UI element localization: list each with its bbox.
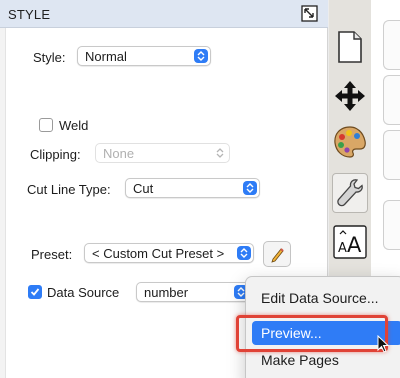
highlight-callout <box>236 315 388 352</box>
cut-line-type-popup[interactable]: Cut <box>125 178 260 198</box>
weld-label: Weld <box>59 118 89 133</box>
panel-title: STYLE <box>8 7 51 22</box>
chevron-updown-icon <box>213 146 227 160</box>
pencil-icon <box>271 248 284 263</box>
chevron-updown-icon <box>237 246 251 260</box>
svg-text:A: A <box>338 241 347 256</box>
svg-text:A: A <box>347 233 362 257</box>
menu-item-label: Edit Data Source... <box>261 290 379 306</box>
checkmark-icon <box>30 288 40 296</box>
chevron-updown-icon <box>243 181 257 195</box>
cut-line-type-value: Cut <box>133 181 154 196</box>
background-tab <box>383 130 400 180</box>
clipping-value: None <box>103 146 135 161</box>
style-popup[interactable]: Normal <box>77 46 211 66</box>
preset-popup[interactable]: < Custom Cut Preset > <box>84 243 254 263</box>
preset-label: Preset: <box>31 247 73 262</box>
data-source-popup[interactable]: number <box>136 282 251 302</box>
data-source-label: Data Source <box>47 285 120 300</box>
background-tab <box>383 75 400 125</box>
wrench-icon <box>337 179 363 207</box>
page-icon <box>338 31 362 63</box>
palette-icon <box>334 126 366 158</box>
data-source-value: number <box>144 285 189 300</box>
clipping-popup: None <box>95 143 230 163</box>
chevron-updown-icon <box>194 49 208 63</box>
edit-preset-button[interactable] <box>263 241 291 267</box>
weld-checkbox[interactable] <box>39 118 53 132</box>
background-tab <box>383 20 400 70</box>
cut-settings-tool[interactable] <box>332 173 368 213</box>
background-tab <box>383 200 400 250</box>
fill-color-tool[interactable] <box>332 122 368 162</box>
panel-edge <box>0 28 6 378</box>
cut-line-type-label: Cut Line Type: <box>27 182 111 197</box>
preset-value: < Custom Cut Preset > <box>92 246 225 261</box>
style-label: Style: <box>33 50 66 65</box>
panel-header: STYLE <box>0 0 328 28</box>
text-style-tool[interactable]: A A <box>332 222 368 262</box>
move-icon <box>335 81 365 111</box>
page-setup-tool[interactable] <box>332 27 368 67</box>
clipping-label: Clipping: <box>30 147 81 162</box>
expand-icon[interactable] <box>301 5 318 22</box>
data-source-checkbox[interactable] <box>28 285 42 299</box>
menu-item-label: Make Pages <box>261 352 339 368</box>
style-value: Normal <box>85 49 127 64</box>
text-style-icon: A A <box>333 225 367 259</box>
menu-item-edit-data-source[interactable]: Edit Data Source... <box>252 286 400 310</box>
move-tool[interactable] <box>332 76 368 116</box>
mouse-cursor-icon <box>377 335 389 353</box>
